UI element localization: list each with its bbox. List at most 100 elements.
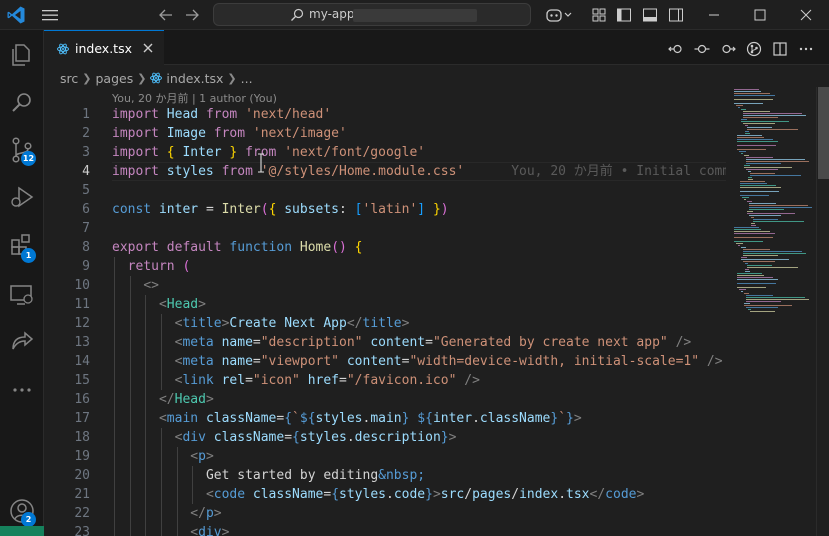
code-line[interactable]: <main className={`${styles.main} ${inter… [112,409,726,428]
code-line[interactable]: <div> [112,523,726,536]
minimap-line [745,163,781,164]
git-commit-icon[interactable] [694,41,710,57]
minimap[interactable] [726,87,816,536]
indent-guide [145,485,147,504]
minimap-line [737,139,773,140]
go-forward-change-icon[interactable] [720,41,736,57]
run-debug-icon[interactable] [7,182,37,212]
code-line[interactable]: <link rel="icon" href="/favicon.ico" /> [112,371,726,390]
code-editor[interactable]: You, 20 か月前 | 1 author (You) 1 2 3 4 5 6 7 8 9 10… [44,87,726,536]
ellipsis-icon[interactable] [7,375,37,405]
minimap-line [743,155,749,156]
arrow-left-icon[interactable] [156,6,176,24]
git-blame-header[interactable]: You, 20 か月前 | 1 author (You) [112,90,277,106]
toggle-secondary-sidebar-icon[interactable] [668,7,684,23]
code-line[interactable]: <code className={styles.code}>src/pages/… [112,485,726,504]
code-line[interactable]: <div className={styles.description}> [112,428,726,447]
vertical-scrollbar[interactable] [816,87,829,536]
live-share-icon[interactable] [7,327,37,357]
code-line[interactable]: Get started by editing&nbsp; [112,466,726,485]
code-line[interactable]: <meta name="description" content="Genera… [112,333,726,352]
minimap-line [740,121,790,122]
code-line[interactable]: </p> [112,504,726,523]
code-line[interactable]: <title>Create Next App</title> [112,314,726,333]
minimap-line [737,275,764,276]
minimap-line [739,151,747,152]
copilot-icon[interactable] [544,6,574,24]
code-line[interactable]: import Image from 'next/image' [112,124,726,143]
minimap-line [745,169,779,170]
open-changes-icon[interactable] [746,41,762,57]
indent-guide [129,371,131,390]
split-editor-icon[interactable] [772,41,788,57]
chevron-right-icon: ❯ [82,71,92,85]
code-line[interactable]: import { Inter } from 'next/font/google' [112,143,726,162]
code-line[interactable]: return ( [112,257,726,276]
chevron-right-icon: ❯ [137,71,147,85]
minimap-line [740,191,779,192]
close-window-icon[interactable] [796,5,816,25]
minimap-line [740,181,766,182]
arrow-right-icon[interactable] [182,6,202,24]
minimap-line [748,207,812,208]
more-actions-icon[interactable] [798,41,814,57]
code-line[interactable] [112,181,726,200]
minimap-line [751,223,755,224]
minimize-icon[interactable] [704,5,724,25]
search-icon[interactable] [7,88,37,118]
indent-guide [145,504,147,523]
minimap-line [742,261,776,262]
minimap-line [745,271,750,272]
tab-index-tsx[interactable]: index.tsx [44,30,164,65]
indent-guide [145,466,147,485]
command-center-search[interactable]: my-app [213,3,531,26]
toggle-panel-icon[interactable] [642,7,658,23]
minimap-line [736,243,744,244]
inline-git-blame[interactable]: You, 20 か月前 • Initial comm [464,164,726,179]
layout-customize-icon[interactable] [591,7,607,23]
breadcrumb-item-pages[interactable]: pages [95,71,133,86]
indent-guide [114,447,115,466]
code-line[interactable]: import Head from 'next/head' [112,105,726,124]
code-line[interactable]: const inter = Inter({ subsets: ['latin']… [112,200,726,219]
code-line[interactable]: <> [112,276,726,295]
maximize-icon[interactable] [750,5,770,25]
activity-bar: 12 1 2 [0,30,44,536]
indent-guide [145,409,147,428]
title-bar: my-app [0,0,829,30]
code-line[interactable] [112,219,726,238]
breadcrumb-item-src[interactable]: src [60,71,78,86]
breadcrumb-item-file[interactable]: index.tsx [166,71,223,86]
hamburger-menu-icon[interactable] [40,7,60,23]
code-line[interactable]: <p> [112,447,726,466]
indent-guide [114,333,115,352]
scrollbar-thumb[interactable] [818,87,829,179]
toggle-primary-sidebar-icon[interactable] [616,7,632,23]
line-number: 10 [74,278,90,293]
files-icon[interactable] [7,40,37,70]
minimap-line [748,215,782,216]
minimap-line [734,91,761,92]
code-line[interactable]: export default function Home() { [112,238,726,257]
extensions-badge: 1 [21,248,36,263]
minimap-line [740,109,746,110]
close-icon[interactable] [142,42,154,54]
indent-guide [114,466,115,485]
minimap-line [734,227,760,228]
minimap-line [750,311,776,312]
line-number: 22 [74,506,90,521]
line-number: 15 [74,373,90,388]
breadcrumb-item-symbols[interactable]: ... [241,71,253,86]
minimap-line [747,265,773,266]
code-line[interactable]: <Head> [112,295,726,314]
indent-guide [160,485,162,504]
code-line[interactable]: import styles from '@/styles/Home.module… [112,162,726,181]
minimap-line [734,99,773,100]
code-line[interactable]: </Head> [112,390,726,409]
go-back-change-icon[interactable] [668,41,684,57]
code-lines[interactable]: import Head from 'next/head' import Image… [112,105,726,536]
line-number: 5 [82,183,90,198]
minimap-line [742,197,750,198]
code-line[interactable]: <meta name="viewport" content="width=dev… [112,352,726,371]
remote-explorer-icon[interactable] [7,280,37,310]
